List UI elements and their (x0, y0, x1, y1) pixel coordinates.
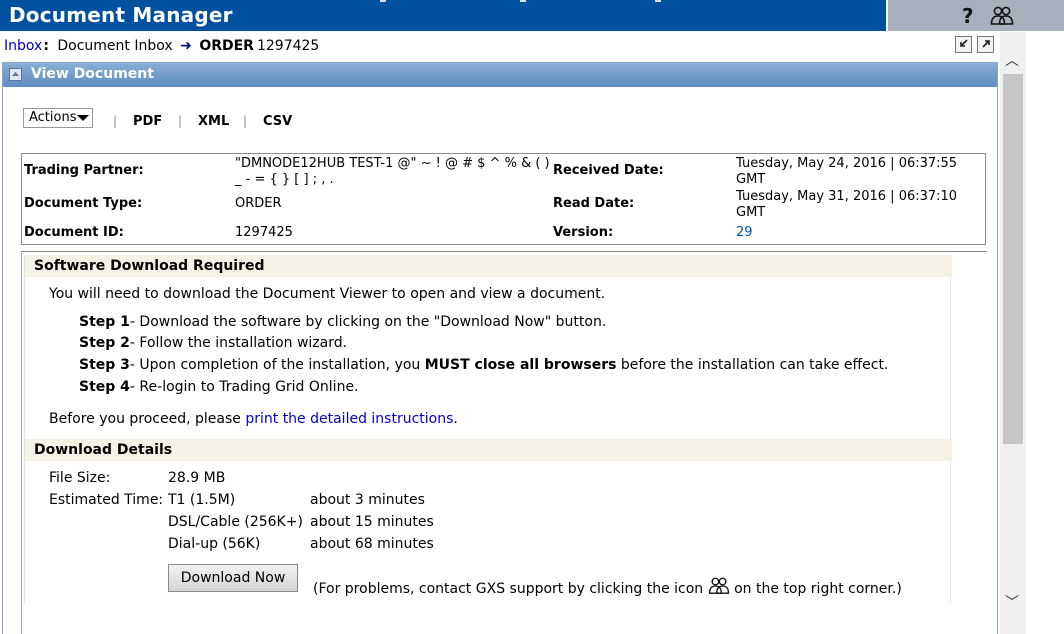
download-now-button[interactable]: Download Now (168, 564, 298, 592)
scroll-up-icon[interactable]: ︿ (1005, 50, 1019, 70)
step-1: Step 1- Download the software by clickin… (79, 314, 607, 330)
version-link[interactable]: 29 (736, 225, 753, 241)
received-date-value: Tuesday, May 24, 2016 | 06:37:55 GMT (736, 156, 958, 187)
xml-button[interactable]: XML (198, 114, 229, 129)
app-title: Document Manager (9, 3, 233, 27)
toolbar-divider: | (113, 114, 118, 128)
toolbar-divider: | (178, 114, 183, 128)
print-instructions-link[interactable]: print the detailed instructions (245, 411, 453, 427)
scroll-down-icon[interactable]: ﹀ (1005, 592, 1019, 612)
contacts-icon[interactable] (990, 6, 1014, 26)
connection-t1: T1 (1.5M) (168, 492, 236, 508)
read-date-label: Read Date: (553, 196, 635, 211)
app-header: Document Manager (0, 0, 886, 31)
panel-header: View Document (3, 63, 997, 87)
read-date-value: Tuesday, May 31, 2016 | 06:37:10 GMT (736, 189, 958, 220)
header-divider (520, 0, 526, 2)
breadcrumb-doc-id: 1297425 (256, 38, 320, 54)
received-date-label: Received Date: (553, 163, 664, 178)
help-icon[interactable]: ? (962, 4, 974, 28)
time-dialup: about 68 minutes (310, 536, 434, 552)
file-size-value: 28.9 MB (168, 470, 226, 486)
download-details-heading: Download Details (25, 439, 952, 461)
scrollbar-thumb[interactable] (1003, 74, 1023, 444)
step-4: Step 4- Re-login to Trading Grid Online. (79, 379, 359, 395)
header-divider (380, 0, 386, 2)
document-id-label: Document ID: (24, 225, 124, 240)
csv-button[interactable]: CSV (263, 114, 292, 129)
panel-title: View Document (31, 66, 154, 82)
software-download-heading: Software Download Required (25, 255, 952, 277)
step-2: Step 2- Follow the installation wizard. (79, 335, 348, 351)
breadcrumb-inbox-link[interactable]: Inbox (4, 38, 42, 54)
trading-partner-value: "DMNODE12HUB TEST-1 @" ~ ! @ # $ ^ % & (… (235, 156, 550, 187)
vertical-scrollbar[interactable]: ︿ ﹀ (1000, 32, 1026, 634)
actions-dropdown[interactable]: Actions (23, 108, 93, 128)
trading-partner-label: Trading Partner: (24, 163, 144, 178)
breadcrumb: Inbox: Document Inbox ➜ ORDER 1297425 (4, 38, 319, 54)
document-type-value: ORDER (235, 196, 282, 211)
time-dsl: about 15 minutes (310, 514, 434, 530)
document-info-table: Trading Partner: "DMNODE12HUB TEST-1 @" … (21, 153, 986, 245)
collapse-icon[interactable] (9, 68, 22, 81)
connection-dialup: Dial-up (56K) (168, 536, 261, 552)
file-size-label: File Size: (49, 470, 111, 486)
proceed-note: Before you proceed, please print the det… (49, 411, 458, 427)
connection-dsl: DSL/Cable (256K+) (168, 514, 303, 530)
breadcrumb-folder: Document Inbox (57, 38, 173, 54)
header-tools: ? (888, 0, 1064, 31)
open-new-window-icon[interactable] (977, 36, 994, 53)
time-t1: about 3 minutes (310, 492, 425, 508)
version-label: Version: (553, 225, 614, 240)
download-intro: You will need to download the Document V… (49, 286, 606, 302)
pdf-button[interactable]: PDF (133, 114, 162, 129)
header-divider (655, 0, 661, 2)
step-3: Step 3- Upon completion of the installat… (79, 357, 889, 373)
breadcrumb-doc-type: ORDER (199, 38, 254, 54)
download-box: Software Download Required Download Deta… (24, 255, 952, 603)
actions-label: Actions (29, 110, 77, 125)
estimated-time-label: Estimated Time: (49, 492, 164, 508)
arrow-right-icon: ➜ (180, 38, 192, 54)
support-note: (For problems, contact GXS support by cl… (313, 577, 902, 597)
chevron-down-icon (77, 115, 89, 121)
minimize-window-icon[interactable] (955, 36, 972, 53)
breadcrumb-separator: : (43, 38, 49, 54)
toolbar-divider: | (243, 114, 248, 128)
document-type-label: Document Type: (24, 196, 143, 211)
document-id-value: 1297425 (235, 225, 293, 240)
contacts-icon (708, 577, 729, 594)
